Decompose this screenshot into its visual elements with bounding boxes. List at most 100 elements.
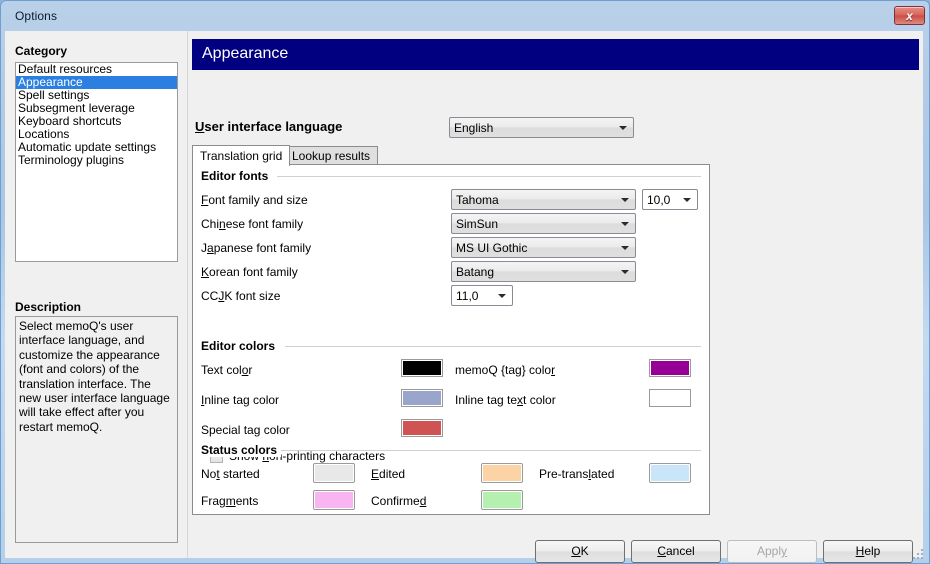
ui-language-label: User interface language — [195, 119, 342, 134]
editor-colors-group-rule — [285, 346, 701, 347]
korean-font-dropdown[interactable]: Batang — [451, 261, 636, 282]
inline-tag-color-swatch[interactable] — [401, 389, 443, 407]
ccjk-label-a: CC — [201, 289, 219, 303]
chevron-down-icon — [619, 126, 627, 130]
title-bar: Options x — [1, 1, 930, 31]
options-dialog-window: Options x Category Default resources Appe… — [0, 0, 930, 564]
text-color-swatch[interactable] — [401, 359, 443, 377]
dialog-client-area: Category Default resources Appearance Spel… — [5, 31, 923, 563]
chinese-font-dropdown[interactable]: SimSun — [451, 213, 636, 234]
confirmed-color-fill — [483, 492, 521, 508]
memoq-tag-label-a: memoQ {tag} colo — [455, 363, 552, 377]
not-started-label-c: started — [219, 467, 260, 481]
chevron-down-icon — [683, 198, 691, 202]
confirmed-label-accel: d — [419, 494, 427, 508]
category-list[interactable]: Default resources Appearance Spell setting… — [15, 62, 178, 262]
apply-button-accel: y — [781, 544, 788, 558]
chevron-down-icon — [498, 294, 506, 298]
special-tag-color-swatch[interactable] — [401, 419, 443, 437]
text-color-label: Text color — [201, 363, 252, 377]
memoq-tag-color-fill — [651, 361, 689, 375]
font-family-dropdown[interactable]: Tahoma — [451, 189, 636, 210]
ccjk-font-size-dropdown[interactable]: 11,0 — [451, 285, 513, 306]
not-started-color-swatch[interactable] — [313, 463, 355, 483]
pre-translated-label-c: ated — [591, 467, 615, 481]
korean-font-value: Batang — [456, 265, 495, 279]
tab-lookup-results[interactable]: Lookup results — [284, 146, 379, 165]
inline-tag-text-color-swatch[interactable] — [649, 389, 691, 407]
fragments-label-a: Frag — [201, 494, 226, 508]
grip-dot — [913, 557, 915, 559]
category-heading: Category — [15, 44, 68, 58]
ui-language-dropdown[interactable]: English — [449, 117, 634, 138]
category-item[interactable]: Terminology plugins — [16, 154, 177, 167]
chinese-font-value: SimSun — [456, 217, 499, 231]
inline-tag-color-label: Inline tag color — [201, 393, 279, 407]
ok-button-accel: O — [571, 544, 581, 558]
resize-grip[interactable] — [911, 547, 925, 561]
text-color-label-a: Text col — [201, 363, 242, 377]
edited-color-fill — [483, 465, 521, 481]
grip-dot — [917, 553, 919, 555]
japanese-font-label: Japanese font family — [201, 241, 311, 255]
ccjk-font-size-label: CCJK font size — [201, 289, 280, 303]
window-title: Options — [15, 9, 58, 23]
ccjk-label-c: K font size — [224, 289, 281, 303]
chevron-down-icon — [621, 246, 629, 250]
font-size-dropdown[interactable]: 10,0 — [642, 189, 698, 210]
pre-translated-color-swatch[interactable] — [649, 463, 691, 483]
close-button[interactable]: x — [894, 6, 925, 25]
description-text: Select memoQ's user interface language, … — [15, 316, 178, 543]
chevron-down-icon — [621, 198, 629, 202]
ok-button[interactable]: OK — [535, 540, 625, 563]
help-button-rest: elp — [864, 544, 881, 558]
text-color-fill — [403, 361, 441, 375]
category-pane: Category Default resources Appearance Spel… — [5, 31, 187, 558]
special-tag-color-fill — [403, 421, 441, 435]
pre-translated-color-fill — [651, 465, 689, 481]
inline-tag-text-label-a: Inline tag te — [455, 393, 518, 407]
inline-tag-text-label-c: t color — [523, 393, 556, 407]
special-tag-color-label: Special tag color — [201, 423, 290, 437]
memoq-tag-label-accel: r — [551, 363, 556, 377]
grip-dot — [921, 553, 923, 555]
close-icon: x — [906, 9, 913, 23]
korean-font-label: Korean font family — [201, 265, 298, 279]
fragments-label: Fragments — [201, 494, 258, 508]
settings-pane: Appearance User interface language Engli… — [188, 31, 923, 563]
chinese-font-label: Chinese font family — [201, 217, 303, 231]
inline-tag-color-fill — [403, 391, 441, 405]
apply-button-a: Appl — [756, 544, 782, 558]
fragments-label-c: ents — [235, 494, 259, 508]
editor-fonts-group-rule — [277, 176, 701, 177]
ui-language-label-rest: ser interface language — [204, 119, 343, 134]
status-colors-group-rule — [281, 450, 701, 451]
edited-label: Edited — [371, 467, 405, 481]
font-family-label-rest: ont family and size — [208, 193, 308, 207]
tab-page-translation-grid: Editor fonts Font family and size Tahoma… — [192, 164, 710, 515]
ui-language-label-accel: U — [195, 119, 205, 134]
confirmed-color-swatch[interactable] — [481, 490, 523, 510]
not-started-label-a: No — [201, 467, 217, 481]
pre-translated-label-a: Pre-trans — [539, 467, 589, 481]
font-family-value: Tahoma — [456, 193, 499, 207]
fragments-color-fill — [315, 492, 353, 508]
inline-tag-text-color-fill — [651, 391, 689, 405]
ui-language-value: English — [454, 121, 494, 135]
text-color-label-c: r — [248, 363, 253, 377]
status-colors-group-title: Status colors — [201, 443, 282, 457]
cancel-button[interactable]: Cancel — [631, 540, 721, 563]
korean-font-label-rest: orean font family — [209, 265, 298, 279]
font-family-label: Font family and size — [201, 193, 308, 207]
help-button[interactable]: Help — [823, 540, 913, 563]
grip-dot — [917, 557, 919, 559]
special-tag-label-a: Special ta — [201, 423, 254, 437]
memoq-tag-color-swatch[interactable] — [649, 359, 691, 377]
fragments-color-swatch[interactable] — [313, 490, 355, 510]
japanese-font-dropdown[interactable]: MS UI Gothic — [451, 237, 636, 258]
edited-color-swatch[interactable] — [481, 463, 523, 483]
tab-translation-grid[interactable]: Translation grid — [192, 145, 291, 166]
not-started-label: Not started — [201, 467, 260, 481]
chevron-down-icon — [621, 222, 629, 226]
chinese-font-label-a: Chi — [201, 217, 220, 231]
